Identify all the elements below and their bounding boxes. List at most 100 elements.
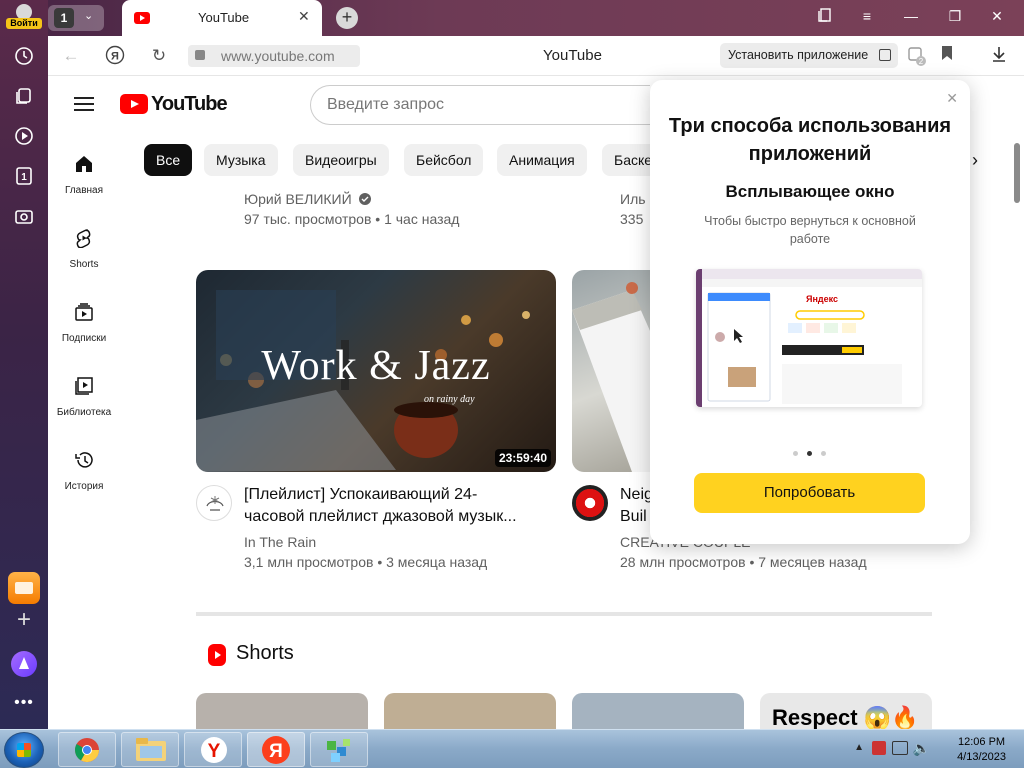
play-circle-icon <box>15 127 33 145</box>
short-thumbnail[interactable] <box>572 693 744 729</box>
short-thumbnail[interactable]: Respect 😱🔥 <box>760 693 932 729</box>
page-one-icon: 1 <box>16 167 32 185</box>
popup-title: Три способа использования приложений <box>668 115 952 165</box>
guide-item-subscriptions[interactable]: Подписки <box>48 302 120 344</box>
tab-title: YouTube <box>198 10 250 25</box>
svg-text:2: 2 <box>919 57 924 66</box>
bookmarks-counter-icon[interactable]: 2 <box>906 45 928 67</box>
guide-item-home[interactable]: Главная <box>48 154 120 196</box>
short-thumbnail[interactable] <box>384 693 556 729</box>
close-window-icon[interactable]: ✕ <box>986 8 1008 25</box>
channel-name[interactable]: In The Rain <box>244 534 316 550</box>
more-options-button[interactable]: ••• <box>8 694 40 712</box>
taskbar-yandex-search[interactable]: Y <box>184 732 242 767</box>
hamburger-menu-icon[interactable] <box>74 97 94 115</box>
install-app-popup: ✕ Три способа использования приложений В… <box>650 80 970 544</box>
chip-animation[interactable]: Анимация <box>497 144 587 176</box>
tabs-counter-button[interactable]: 1 <box>8 160 40 192</box>
close-tab-icon[interactable]: ✕ <box>298 8 310 25</box>
popup-subtitle: Всплывающее окно <box>725 182 895 201</box>
chip-videogames[interactable]: Видеоигры <box>293 144 389 176</box>
video-thumbnail[interactable]: Work & Jazz on rainy day 23:59:40 <box>196 270 556 472</box>
app-blocks-icon <box>327 739 350 762</box>
guide-item-library[interactable]: Библиотека <box>48 376 120 418</box>
channel-avatar[interactable] <box>572 485 608 521</box>
clock-icon <box>15 47 33 65</box>
taskbar-chrome[interactable] <box>58 732 116 767</box>
url-text: www.youtube.com <box>221 48 335 64</box>
yandex-y-icon: Y <box>201 737 227 763</box>
clock-date: 4/13/2023 <box>957 751 1006 763</box>
chip-baseball[interactable]: Бейсбол <box>404 144 484 176</box>
video-stats: 28 млн просмотров • 7 месяцев назад <box>620 554 867 570</box>
new-tab-button[interactable]: + <box>336 7 358 29</box>
mail-app-button[interactable] <box>8 572 40 604</box>
shorts-icon <box>76 229 91 249</box>
close-popup-icon[interactable]: ✕ <box>946 90 958 107</box>
video-stats: 97 тыс. просмотров • 1 час назад <box>244 211 460 227</box>
page-scrollbar[interactable] <box>1014 143 1020 203</box>
guide-item-history[interactable]: История <box>48 450 120 492</box>
minimize-icon[interactable]: — <box>900 8 922 24</box>
tab-youtube[interactable]: YouTube ✕ <box>122 0 322 36</box>
tab-count: 1 <box>54 8 74 28</box>
subscriptions-icon <box>75 303 93 321</box>
illustration-brand: Яндекс <box>806 294 839 304</box>
app-window-icon <box>879 49 891 61</box>
history-panel-button[interactable] <box>8 40 40 72</box>
address-bar[interactable]: www.youtube.com <box>188 45 360 67</box>
video-title[interactable]: [Плейлист] Успокаивающий 24- часовой плей… <box>244 484 544 528</box>
screenshot-button[interactable] <box>8 200 40 232</box>
channel-name[interactable]: Юрий ВЕЛИКИЙ <box>244 191 371 207</box>
channel-avatar[interactable] <box>196 485 232 521</box>
install-app-label: Установить приложение <box>728 48 869 62</box>
collections-icon <box>16 88 31 104</box>
chip-all[interactable]: Все <box>144 144 193 176</box>
menu-icon[interactable]: ≡ <box>856 8 878 24</box>
tab-group-button[interactable]: 1 ⌄ <box>48 5 104 31</box>
reload-icon[interactable]: ↻ <box>148 45 170 67</box>
windows-taskbar: Y Я ▲ 🔈 12:06 PM 4/13/2023 <box>0 729 1024 768</box>
yandex-home-icon[interactable]: Я <box>104 45 126 67</box>
taskbar-app[interactable] <box>310 732 368 767</box>
install-app-button[interactable]: Установить приложение <box>720 43 898 68</box>
carousel-dot[interactable] <box>793 451 798 456</box>
tray-flag-icon[interactable] <box>872 741 886 755</box>
tray-network-icon[interactable] <box>892 741 908 755</box>
bookmark-icon[interactable] <box>936 45 958 67</box>
yandex-browser-icon: Я <box>262 736 290 764</box>
start-button[interactable] <box>4 732 44 768</box>
page-title: YouTube <box>543 47 602 64</box>
taskbar-yandex-browser[interactable]: Я <box>247 732 305 767</box>
short-thumbnail[interactable] <box>196 693 368 729</box>
shorts-logo-icon <box>208 644 226 666</box>
guide-label: Главная <box>64 185 104 196</box>
channel-name[interactable]: Иль <box>620 191 646 207</box>
guide-item-shorts[interactable]: Shorts <box>48 228 120 270</box>
tray-volume-icon[interactable]: 🔈 <box>913 740 930 757</box>
collections-button[interactable] <box>8 80 40 112</box>
tray-expand-icon[interactable]: ▲ <box>854 742 864 753</box>
youtube-logo-text: YouTube <box>151 93 228 115</box>
restore-icon[interactable]: ❐ <box>944 8 966 25</box>
svg-text:Я: Я <box>111 51 119 63</box>
add-app-button[interactable]: + <box>8 606 40 634</box>
section-divider <box>196 612 932 616</box>
try-button[interactable]: Попробовать <box>694 473 925 513</box>
search-input[interactable]: Введите запрос <box>310 85 650 125</box>
short-thumbnail-text: Respect 😱🔥 <box>772 705 919 729</box>
chip-music[interactable]: Музыка <box>204 144 278 176</box>
back-icon[interactable]: ← <box>60 45 82 67</box>
carousel-dot[interactable] <box>821 451 826 456</box>
system-clock[interactable]: 12:06 PM 4/13/2023 <box>957 735 1006 765</box>
alice-assistant-button[interactable] <box>11 651 37 677</box>
chips-next-icon[interactable]: › <box>972 150 978 171</box>
media-player-button[interactable] <box>8 120 40 152</box>
login-button[interactable]: Войти <box>6 4 42 34</box>
chevron-down-icon: ⌄ <box>84 10 94 22</box>
bookmarks-panel-icon[interactable] <box>814 8 836 25</box>
taskbar-explorer[interactable] <box>121 732 179 767</box>
svg-text:Я: Я <box>269 741 283 762</box>
download-icon[interactable] <box>988 45 1010 67</box>
carousel-dot-active[interactable] <box>807 451 812 456</box>
